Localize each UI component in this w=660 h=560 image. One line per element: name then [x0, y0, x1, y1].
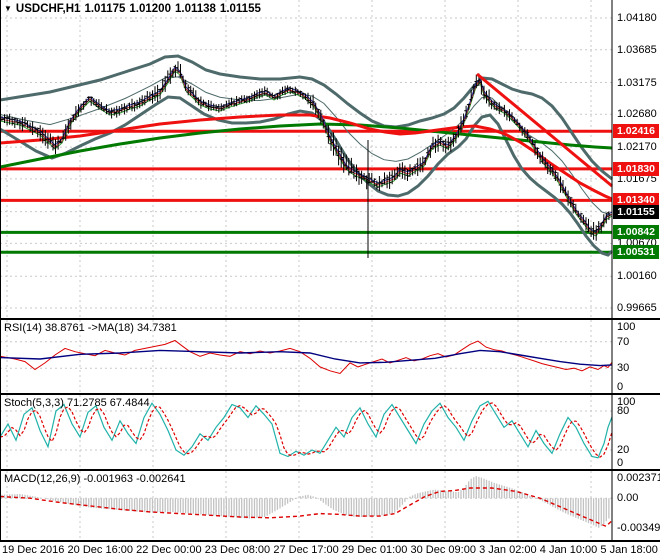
ohlc-close: 1.01155: [219, 3, 261, 15]
main-chart-canvas[interactable]: [0, 0, 660, 318]
time-axis-label: 29 Dec 01:00: [341, 544, 408, 556]
main-chart-panel[interactable]: [0, 0, 660, 318]
chart-left-border: [0, 0, 1, 540]
candlesticks[interactable]: [0, 61, 611, 241]
rsi-label: RSI(14) 38.8761 ->MA(18) 34.7381: [4, 322, 177, 334]
time-axis-label: 22 Dec 00:00: [136, 544, 202, 556]
time-axis-label: 30 Dec 09:00: [410, 544, 476, 556]
ohlc-low: 1.01138: [174, 3, 216, 15]
time-axis-label: 4 Jan 10:00: [539, 544, 598, 556]
chart-title: ▼ USDCHF,H1 1.01175 1.01200 1.01138 1.01155: [4, 3, 265, 15]
chart-window: 1.04180 1.03685 1.03175 1.02680 1.02170 1.016…: [0, 0, 660, 560]
time-axis-label: 27 Dec 17:00: [273, 544, 339, 556]
chart-title-symbol: USDCHF,H1: [15, 3, 81, 15]
stochastic-k-line: [0, 400, 613, 459]
time-axis-label: 5 Jan 18:00: [600, 544, 658, 556]
time-axis-label: 3 Jan 02:00: [479, 544, 537, 556]
rsi-ma-line: [0, 349, 613, 367]
macd-label: MACD(12,26,9) -0.001963 -0.002641: [4, 473, 186, 485]
bollinger-upper-band: [0, 54, 613, 181]
stochastic-label: Stoch(5,3,3) 71.2785 67.4844: [4, 397, 150, 409]
panel-separator[interactable]: [0, 540, 660, 542]
time-axis[interactable]: 19 Dec 2016 20 Dec 16:00 22 Dec 00:00 23 De…: [2, 544, 658, 556]
ohlc-open: 1.01175: [84, 3, 126, 15]
ohlc-high: 1.01200: [129, 3, 171, 15]
time-axis-label: 19 Dec 2016: [2, 544, 65, 556]
time-axis-label: 20 Dec 16:00: [67, 544, 133, 556]
collapse-arrow-icon[interactable]: ▼: [4, 4, 12, 13]
time-axis-label: 23 Dec 08:00: [204, 544, 271, 556]
